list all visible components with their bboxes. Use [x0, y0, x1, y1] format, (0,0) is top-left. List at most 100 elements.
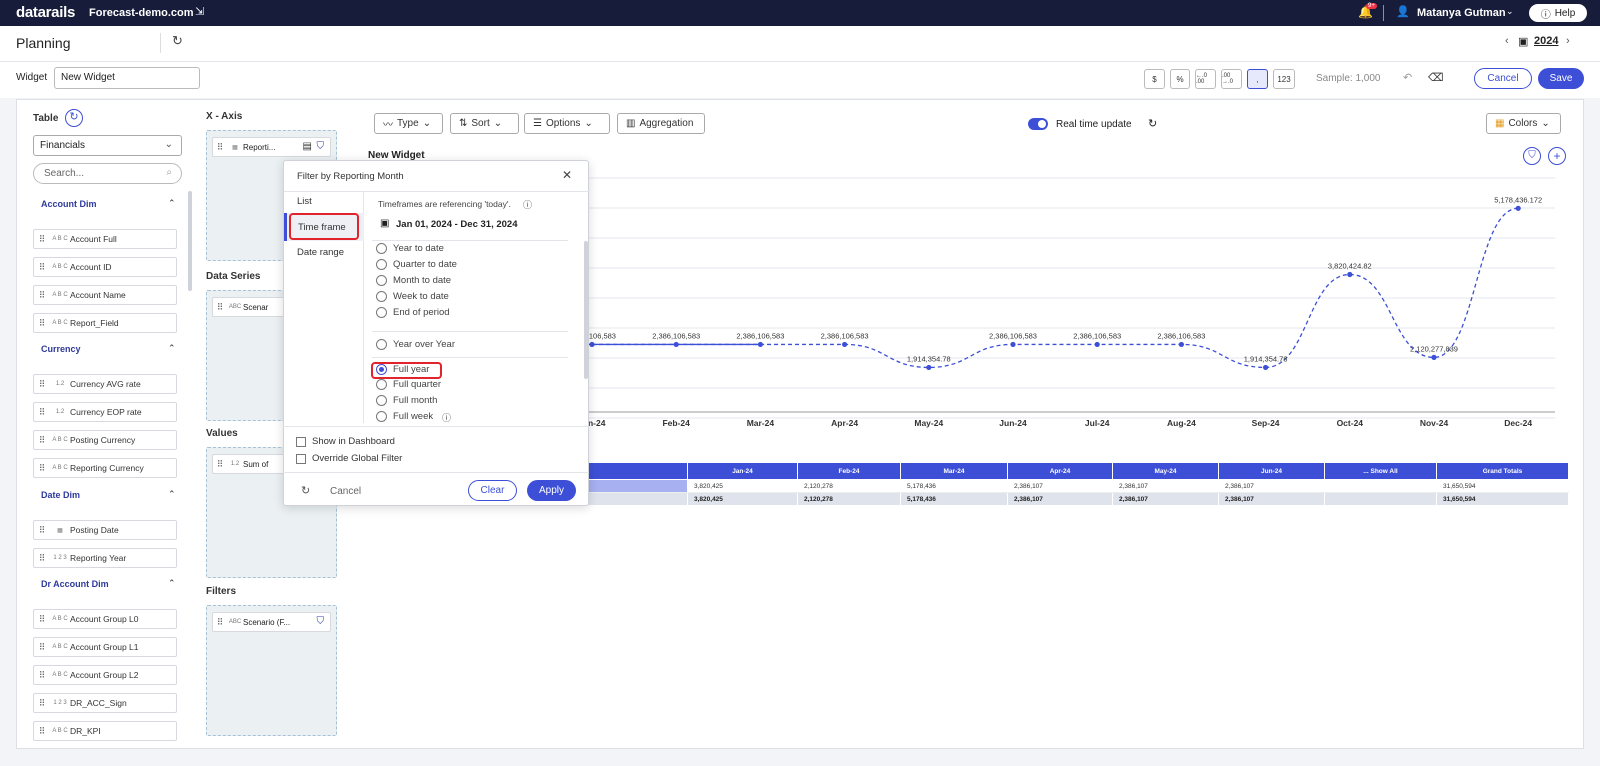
radio-option[interactable]: Month to date: [376, 275, 451, 286]
type-button[interactable]: 〰 Type ⌄: [374, 113, 443, 134]
sort-button[interactable]: ⇅ Sort ⌄: [450, 113, 519, 134]
field-item[interactable]: ⠿ 1.2 Currency EOP rate: [33, 402, 177, 422]
year-selector[interactable]: 2024: [1534, 35, 1558, 47]
data-point[interactable]: [1094, 341, 1100, 348]
options-button[interactable]: ☰ Options ⌄: [524, 113, 610, 134]
field-item[interactable]: ⠿ ▦ Posting Date: [33, 520, 177, 540]
info-icon[interactable]: ⓘ: [442, 411, 451, 424]
filter-icon[interactable]: ⛉: [317, 616, 325, 627]
override-global-filter-checkbox[interactable]: Override Global Filter: [296, 453, 402, 464]
drag-handle-icon[interactable]: ⠿: [213, 142, 227, 153]
tab-date-range[interactable]: Date range: [297, 247, 344, 258]
drag-handle-icon[interactable]: ⠿: [34, 234, 50, 245]
refresh-icon[interactable]: ↻: [1148, 117, 1157, 130]
chevron-left-icon[interactable]: ‹: [1505, 35, 1509, 47]
user-name[interactable]: Matanya Gutman: [1417, 7, 1506, 19]
help-button[interactable]: ⓘ Help: [1529, 4, 1587, 22]
field-item[interactable]: ⠿ 1 2 3 DR_ACC_Sign: [33, 693, 177, 713]
field-item[interactable]: ⠿ A B C DR_KPI: [33, 721, 177, 741]
radio-option[interactable]: Full quarter: [376, 379, 441, 390]
decrease-decimal-button[interactable]: ←.0 .00: [1195, 69, 1216, 89]
apply-button[interactable]: Apply: [527, 480, 576, 501]
data-point[interactable]: [1515, 205, 1521, 211]
data-point[interactable]: [926, 364, 932, 371]
chevron-right-icon[interactable]: ›: [1566, 35, 1570, 47]
refresh-icon[interactable]: ↻: [172, 33, 183, 49]
drag-handle-icon[interactable]: ⠿: [34, 726, 50, 737]
filters-chip[interactable]: ⠿ ABC Scenario (F... ⛉: [212, 612, 331, 632]
undo-icon[interactable]: ↶: [1403, 71, 1412, 84]
aggregation-button[interactable]: ▥ Aggregation: [617, 113, 705, 134]
field-item[interactable]: ⠿ A B C Account Group L2: [33, 665, 177, 685]
pivot-cell[interactable]: ... Show All: [1324, 462, 1437, 480]
real-time-update-toggle[interactable]: [1028, 118, 1048, 130]
drag-handle-icon[interactable]: ⠿: [34, 670, 50, 681]
logo[interactable]: datarails: [16, 4, 75, 21]
data-point[interactable]: [673, 341, 679, 348]
field-item[interactable]: ⠿ A B C Account Group L1: [33, 637, 177, 657]
radio-option[interactable]: Quarter to date: [376, 259, 457, 270]
data-point[interactable]: [1178, 341, 1184, 348]
chevron-up-icon[interactable]: ⌃: [168, 198, 176, 209]
info-icon[interactable]: ⓘ: [523, 198, 532, 211]
drag-handle-icon[interactable]: ⠿: [213, 459, 227, 470]
radio-option[interactable]: Week to date: [376, 291, 449, 302]
x-axis-chip[interactable]: ⠿ ▦ Reporti... ▤ ⛉: [212, 137, 331, 157]
data-point[interactable]: [1263, 364, 1269, 371]
drag-handle-icon[interactable]: ⠿: [213, 302, 227, 313]
field-item[interactable]: ⠿ A B C Account Name: [33, 285, 177, 305]
field-item[interactable]: ⠿ A B C Reporting Currency: [33, 458, 177, 478]
drag-handle-icon[interactable]: ⠿: [34, 698, 50, 709]
chevron-up-icon[interactable]: ⌃: [168, 343, 176, 354]
field-item[interactable]: ⠿ A B C Account ID: [33, 257, 177, 277]
colors-button[interactable]: ▦ Colors ⌄: [1486, 113, 1561, 134]
drag-handle-icon[interactable]: ⠿: [34, 553, 50, 564]
filter-icon[interactable]: ⛉: [317, 141, 325, 152]
field-item[interactable]: ⠿ A B C Posting Currency: [33, 430, 177, 450]
eraser-icon[interactable]: ⌫: [1428, 71, 1444, 84]
radio-option[interactable]: End of period: [376, 307, 450, 318]
save-button[interactable]: Save: [1538, 68, 1584, 89]
field-item[interactable]: ⠿ 1 2 3 Reporting Year: [33, 548, 177, 568]
field-item[interactable]: ⠿ 1.2 Currency AVG rate: [33, 374, 177, 394]
data-point[interactable]: [1010, 341, 1016, 348]
external-link-icon[interactable]: ⇲: [195, 5, 204, 18]
dialog-cancel-button[interactable]: Cancel: [330, 486, 361, 497]
drag-handle-icon[interactable]: ⠿: [34, 379, 50, 390]
widget-name-input[interactable]: New Widget: [54, 67, 200, 89]
radio-year-over-year[interactable]: Year over Year: [376, 339, 455, 350]
chevron-down-icon[interactable]: ⌄: [1506, 6, 1514, 17]
tab-list[interactable]: List: [297, 196, 312, 207]
field-item[interactable]: ⠿ A B C Report_Field: [33, 313, 177, 333]
data-point[interactable]: [842, 341, 848, 348]
drag-handle-icon[interactable]: ⠿: [34, 318, 50, 329]
drag-handle-icon[interactable]: ⠿: [34, 435, 50, 446]
drag-handle-icon[interactable]: ⠿: [34, 642, 50, 653]
field-item[interactable]: ⠿ A B C Account Full: [33, 229, 177, 249]
drag-handle-icon[interactable]: ⠿: [213, 617, 227, 628]
table-select[interactable]: Financials ⌄: [33, 135, 182, 156]
drag-handle-icon[interactable]: ⠿: [34, 262, 50, 273]
field-search-input[interactable]: Search... ⌕: [33, 163, 182, 184]
radio-option[interactable]: Year to date: [376, 243, 444, 254]
radio-option[interactable]: Full week: [376, 411, 433, 422]
clear-button[interactable]: Clear: [468, 480, 517, 501]
chevron-up-icon[interactable]: ⌃: [168, 578, 176, 589]
field-item[interactable]: ⠿ A B C Account Group L0: [33, 609, 177, 629]
thousands-separator-button[interactable]: ,: [1247, 69, 1268, 89]
filters-zone[interactable]: ⠿ ABC Scenario (F... ⛉: [206, 605, 337, 736]
currency-format-button[interactable]: $: [1144, 69, 1165, 89]
calendar-icon[interactable]: ▣: [1518, 35, 1528, 48]
drag-handle-icon[interactable]: ⠿: [34, 525, 50, 536]
close-icon[interactable]: ✕: [562, 168, 572, 182]
percent-format-button[interactable]: %: [1170, 69, 1190, 89]
sidebar-scrollbar[interactable]: [188, 191, 192, 291]
drag-handle-icon[interactable]: ⠿: [34, 614, 50, 625]
refresh-table-icon[interactable]: ↻: [65, 109, 83, 127]
data-point[interactable]: [757, 341, 763, 348]
data-point[interactable]: [589, 341, 595, 348]
data-point[interactable]: [1347, 271, 1353, 278]
data-point[interactable]: [1431, 354, 1437, 360]
cancel-button[interactable]: Cancel: [1474, 68, 1532, 89]
reset-icon[interactable]: ↻: [301, 484, 310, 497]
